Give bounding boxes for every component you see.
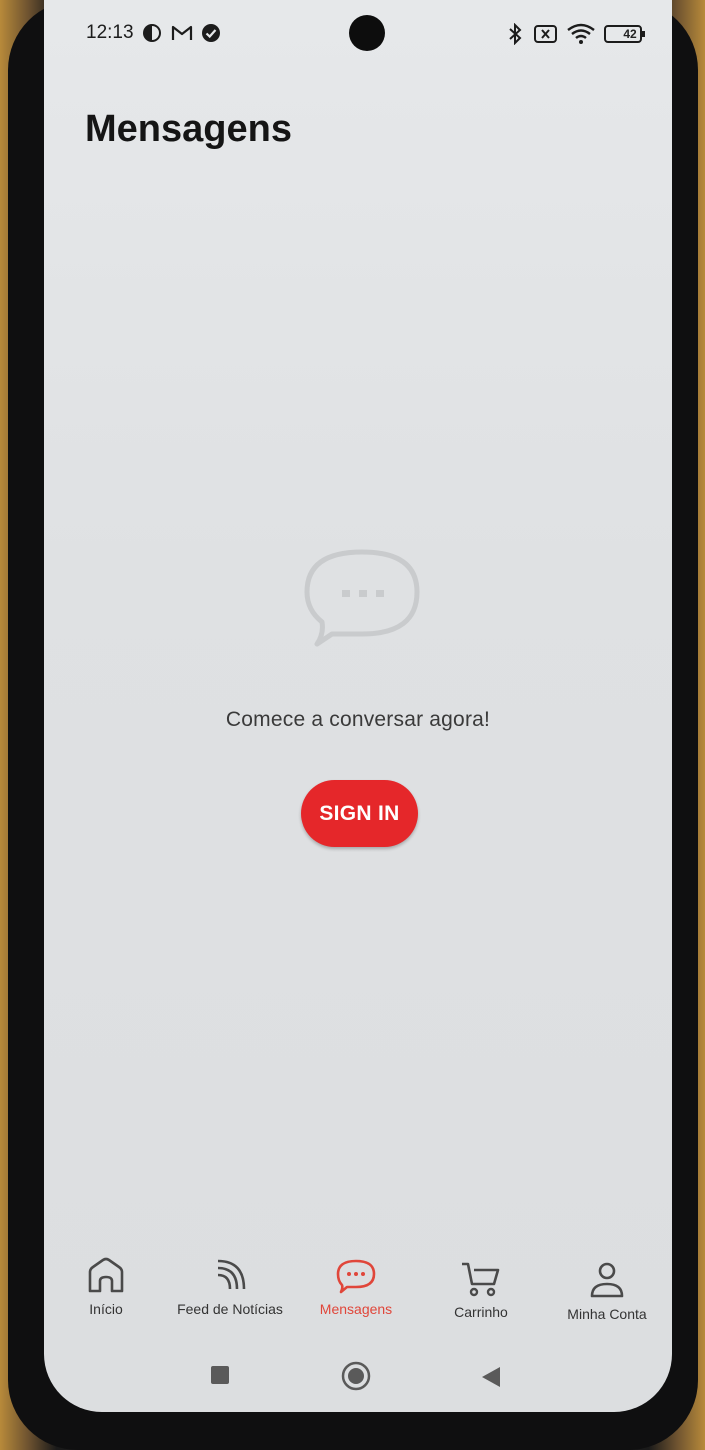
no-sim-icon	[533, 23, 559, 45]
recents-button[interactable]	[210, 1365, 230, 1390]
chat-bubble-icon	[302, 546, 422, 655]
empty-state-message: Comece a conversar agora!	[225, 708, 491, 731]
check-circle-icon	[201, 23, 221, 43]
nav-item-feed[interactable]: Feed de Notícias	[165, 1255, 295, 1317]
phone-frame: 12:13 42 Mensagens Comece a conversar ag…	[8, 0, 698, 1450]
nav-label: Início	[89, 1301, 123, 1317]
nav-item-mensagens[interactable]: Mensagens	[291, 1255, 421, 1317]
status-time: 12:13	[86, 22, 134, 43]
nav-label: Feed de Notícias	[177, 1301, 283, 1317]
data-saver-icon	[142, 23, 162, 43]
page-title: Mensagens	[85, 108, 292, 150]
nav-label: Mensagens	[319, 1301, 393, 1317]
battery-level: 42	[623, 27, 637, 41]
back-button[interactable]	[480, 1365, 502, 1394]
cart-icon	[416, 1258, 546, 1298]
wifi-icon	[566, 23, 596, 45]
rss-feed-icon	[165, 1255, 295, 1295]
bluetooth-icon	[506, 23, 524, 45]
nav-item-carrinho[interactable]: Carrinho	[416, 1258, 546, 1320]
home-button[interactable]	[341, 1361, 371, 1396]
gmail-icon	[171, 23, 193, 43]
system-navigation-bar	[44, 1355, 672, 1405]
screen: 12:13 42 Mensagens Comece a conversar ag…	[44, 0, 672, 1412]
front-camera	[349, 15, 385, 51]
nav-label: Minha Conta	[567, 1306, 647, 1322]
nav-item-inicio[interactable]: Início	[44, 1255, 171, 1317]
sign-in-button[interactable]: SIGN IN	[301, 780, 418, 847]
bottom-nav: Início Feed de Notícias Mensagens Carrin…	[44, 1255, 672, 1355]
user-icon	[542, 1260, 672, 1300]
home-icon	[44, 1255, 171, 1295]
nav-item-minha-conta[interactable]: Minha Conta	[542, 1260, 672, 1322]
nav-label: Carrinho	[454, 1304, 508, 1320]
chat-icon	[291, 1255, 421, 1295]
